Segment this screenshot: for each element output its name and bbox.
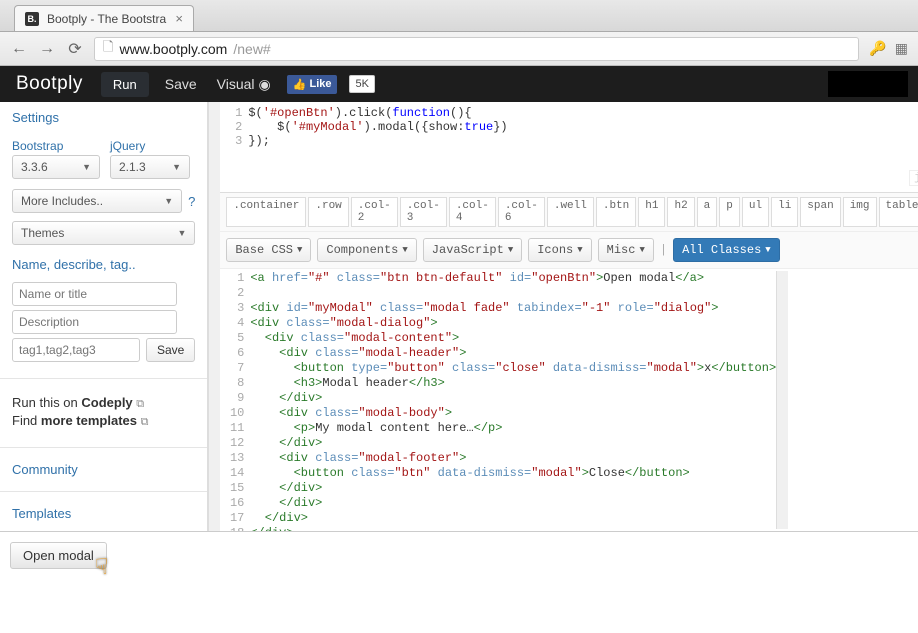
jquery-version-select[interactable]: 2.1.3▼ (110, 155, 190, 179)
html-scrollbar[interactable] (776, 271, 788, 529)
open-modal-button[interactable]: Open modal (10, 542, 107, 569)
pane-language-tag: javascript (909, 170, 918, 186)
facebook-like-button[interactable]: 👍 Like (287, 75, 338, 94)
tag-pill[interactable]: .col-3 (400, 197, 447, 227)
brand-logo[interactable]: Bootply (10, 73, 89, 95)
reload-button[interactable]: ⟳ (66, 39, 84, 59)
tab-close-icon[interactable]: × (175, 11, 183, 26)
tag-pill[interactable]: .col-4 (449, 197, 496, 227)
caret-down-icon: ▼ (164, 196, 173, 206)
tag-pill[interactable]: span (800, 197, 840, 227)
help-icon[interactable]: ? (188, 194, 195, 209)
name-describe-link[interactable]: Name, describe, tag.. (12, 257, 136, 272)
save-link[interactable]: Save (161, 76, 201, 92)
browser-tab-strip: B. Bootply - The Bootstra × (0, 0, 918, 32)
name-input[interactable] (12, 282, 177, 306)
thumb-up-icon: 👍 (293, 78, 307, 91)
globe-icon: 🗋 (103, 38, 113, 60)
tag-pill[interactable]: a (697, 197, 718, 227)
preview-pane: Open modal ☟ (0, 531, 918, 633)
sidebar-scrollbar[interactable] (208, 102, 220, 531)
more-templates-link[interactable]: Find more templates ⧉ (12, 413, 195, 429)
tag-pill[interactable]: ul (742, 197, 769, 227)
components-dropdown[interactable]: Components▼ (317, 238, 416, 262)
tag-pill[interactable]: table (879, 197, 918, 227)
javascript-dropdown[interactable]: JavaScript▼ (423, 238, 522, 262)
tag-pill[interactable]: .col-2 (351, 197, 398, 227)
visual-link[interactable]: Visual ◉ (213, 76, 275, 93)
tag-pill[interactable]: h2 (667, 197, 694, 227)
tag-pill[interactable]: h1 (638, 197, 665, 227)
tag-pill[interactable]: li (771, 197, 798, 227)
themes-select[interactable]: Themes▼ (12, 221, 195, 245)
tag-pill[interactable]: .well (547, 197, 594, 227)
misc-dropdown[interactable]: Misc▼ (598, 238, 654, 262)
caret-down-icon: ▼ (172, 162, 181, 172)
tag-pill[interactable]: .container (226, 197, 306, 227)
tag-pill[interactable]: p (719, 197, 740, 227)
tag-pill[interactable]: .col-6 (498, 197, 545, 227)
tab-favicon: B. (25, 12, 39, 26)
bootstrap-version-select[interactable]: 3.3.6▼ (12, 155, 100, 179)
js-editor-pane: 1 2 3 $('#openBtn').click(function(){ $(… (220, 102, 918, 531)
external-link-icon: ⧉ (136, 398, 144, 410)
html-editor[interactable]: 123456789101112131415161718 <a href="#" … (220, 269, 918, 531)
tag-pill[interactable]: img (843, 197, 877, 227)
more-includes-select[interactable]: More Includes..▼ (12, 189, 182, 213)
external-link-icon: ⧉ (141, 416, 149, 428)
address-bar: ← → ⟳ 🗋 www.bootply.com/new# 🔑 ▦ (0, 32, 918, 66)
caret-down-icon: ▼ (82, 162, 91, 172)
community-link[interactable]: Community (12, 462, 78, 477)
element-tag-row: .container .row .col-2 .col-3 .col-4 .co… (220, 193, 918, 232)
all-classes-dropdown[interactable]: All Classes▼ (673, 238, 780, 262)
key-icon[interactable]: 🔑 (869, 40, 886, 57)
toolbar-row: Base CSS▼ Components▼ JavaScript▼ Icons▼… (220, 232, 918, 269)
sidebar-save-button[interactable]: Save (146, 338, 195, 362)
forward-button[interactable]: → (38, 40, 56, 58)
sidebar: Settings Bootstrap 3.3.6▼ jQuery 2.1.3▼ … (0, 102, 208, 531)
run-codeply-link[interactable]: Run this on Codeply ⧉ (12, 395, 195, 411)
run-button[interactable]: Run (101, 72, 149, 97)
app-navbar: Bootply Run Save Visual ◉ 👍 Like 5K (0, 66, 918, 102)
caret-down-icon: ▼ (177, 228, 186, 238)
js-editor[interactable]: 1 2 3 $('#openBtn').click(function(){ $(… (220, 102, 918, 152)
tags-input[interactable] (12, 338, 140, 362)
url-host: www.bootply.com (119, 41, 227, 57)
tag-pill[interactable]: .row (308, 197, 348, 227)
jquery-label: jQuery (110, 139, 190, 153)
templates-link[interactable]: Templates (12, 506, 71, 521)
translate-icon[interactable]: ▦ (895, 40, 908, 57)
icons-dropdown[interactable]: Icons▼ (528, 238, 591, 262)
navbar-right-slot (828, 71, 908, 97)
bootstrap-label: Bootstrap (12, 139, 100, 153)
url-path: /new# (233, 41, 270, 57)
eye-icon: ◉ (259, 76, 271, 93)
browser-tab[interactable]: B. Bootply - The Bootstra × (14, 5, 194, 31)
sidebar-settings-link[interactable]: Settings (12, 110, 59, 125)
tag-pill[interactable]: .btn (596, 197, 636, 227)
tab-title: Bootply - The Bootstra (47, 12, 167, 26)
facebook-like-count: 5K (349, 75, 374, 93)
cursor-pointer-icon: ☟ (95, 554, 108, 580)
base-css-dropdown[interactable]: Base CSS▼ (226, 238, 311, 262)
back-button[interactable]: ← (10, 40, 28, 58)
url-input[interactable]: 🗋 www.bootply.com/new# (94, 37, 859, 61)
description-input[interactable] (12, 310, 177, 334)
